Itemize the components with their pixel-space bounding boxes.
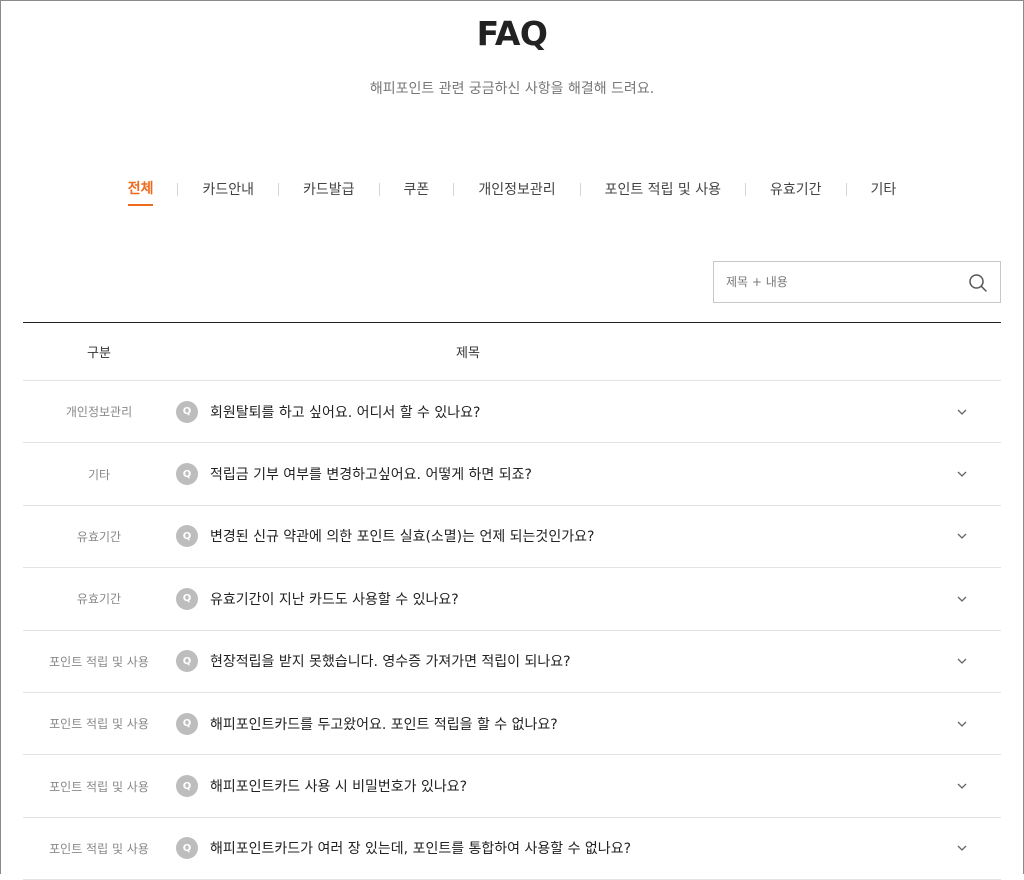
- faq-question: 회원탈퇴를 하고 싶어요. 어디서 할 수 있나요?: [210, 404, 481, 421]
- faq-question: 유효기간이 지난 카드도 사용할 수 있나요?: [210, 591, 459, 608]
- chevron-down-icon[interactable]: [955, 592, 969, 606]
- faq-row[interactable]: 포인트 적립 및 사용 Q 현장적립을 받지 못했습니다. 영수증 가져가면 적립이…: [23, 631, 1001, 693]
- category-tabs: 전체 카드안내 카드발급 쿠폰 개인정보관리 포인트 적립 및 사용 유효기간 …: [0, 178, 1024, 206]
- faq-category: 포인트 적립 및 사용: [49, 717, 149, 732]
- page-subtitle: 해피포인트 관련 궁금하신 사항을 해결해 드려요.: [369, 81, 655, 97]
- page-title: FAQ: [476, 14, 548, 53]
- faq-question: 적립금 기부 여부를 변경하고싶어요. 어떻게 하면 되죠?: [210, 467, 532, 484]
- tab-divider: [177, 182, 179, 196]
- search-icon[interactable]: [968, 273, 988, 293]
- search-box: [713, 261, 1001, 303]
- faq-row[interactable]: 포인트 적립 및 사용 Q 해피포인트카드를 두고왔어요. 포인트 적립을 할 수 …: [23, 693, 1001, 756]
- faq-row[interactable]: 유효기간 Q 변경된 신규 약관에 의한 포인트 실효(소멸)는 언제 되는것인가요…: [23, 506, 1001, 569]
- faq-row[interactable]: 개인정보관리 Q 회원탈퇴를 하고 싶어요. 어디서 할 수 있나요?: [23, 381, 1001, 444]
- chevron-down-icon[interactable]: [955, 405, 969, 419]
- faq-row[interactable]: 포인트 적립 및 사용 Q 해피포인트카드가 여러 장 있는데, 포인트를 통합하여…: [23, 818, 1001, 880]
- tab-etc[interactable]: 기타: [871, 179, 897, 205]
- faq-question: 해피포인트카드를 두고왔어요. 포인트 적립을 할 수 없나요?: [210, 716, 558, 733]
- question-badge-icon: Q: [176, 463, 198, 486]
- tab-divider: [278, 182, 280, 196]
- faq-question: 변경된 신규 약관에 의한 포인트 실효(소멸)는 언제 되는것인가요?: [210, 529, 595, 546]
- column-header-title: 제목: [456, 346, 480, 361]
- question-badge-icon: Q: [176, 525, 198, 548]
- chevron-down-icon[interactable]: [955, 717, 969, 731]
- question-badge-icon: Q: [176, 837, 198, 860]
- tab-coupon[interactable]: 쿠폰: [404, 179, 430, 205]
- tab-divider: [845, 182, 847, 196]
- faq-question: 현장적립을 받지 못했습니다. 영수증 가져가면 적립이 되나요?: [210, 654, 571, 671]
- faq-category: 유효기간: [76, 592, 122, 607]
- faq-category: 기타: [87, 467, 111, 482]
- faq-rows: 개인정보관리 Q 회원탈퇴를 하고 싶어요. 어디서 할 수 있나요? 기타 Q 적립금 …: [23, 381, 1001, 880]
- tab-card-issue[interactable]: 카드발급: [303, 179, 355, 205]
- chevron-down-icon[interactable]: [955, 467, 969, 481]
- question-badge-icon: Q: [176, 400, 198, 423]
- tab-all[interactable]: 전체: [127, 178, 154, 206]
- chevron-down-icon[interactable]: [955, 841, 969, 855]
- tab-divider: [744, 182, 746, 196]
- chevron-down-icon[interactable]: [955, 654, 969, 668]
- search-input[interactable]: [714, 262, 954, 302]
- tab-points[interactable]: 포인트 적립 및 사용: [605, 179, 721, 205]
- tab-divider: [378, 182, 380, 196]
- question-badge-icon: Q: [176, 775, 198, 798]
- chevron-down-icon[interactable]: [955, 529, 969, 543]
- faq-row[interactable]: 기타 Q 적립금 기부 여부를 변경하고싶어요. 어떻게 하면 되죠?: [23, 443, 1001, 506]
- faq-question: 해피포인트카드가 여러 장 있는데, 포인트를 통합하여 사용할 수 없나요?: [210, 841, 632, 858]
- faq-row[interactable]: 유효기간 Q 유효기간이 지난 카드도 사용할 수 있나요?: [23, 568, 1001, 631]
- faq-category: 포인트 적립 및 사용: [49, 779, 149, 794]
- faq-category: 포인트 적립 및 사용: [49, 654, 149, 669]
- tab-divider: [453, 182, 455, 196]
- question-badge-icon: Q: [176, 587, 198, 610]
- table-header: 구분 제목: [23, 323, 1001, 381]
- question-badge-icon: Q: [176, 712, 198, 735]
- question-badge-icon: Q: [176, 650, 198, 673]
- tab-privacy[interactable]: 개인정보관리: [478, 179, 555, 205]
- chevron-down-icon[interactable]: [955, 779, 969, 793]
- faq-question: 해피포인트카드 사용 시 비밀번호가 있나요?: [210, 779, 468, 796]
- faq-category: 개인정보관리: [65, 405, 133, 420]
- tab-validity[interactable]: 유효기간: [770, 179, 822, 205]
- column-header-category: 구분: [87, 346, 111, 361]
- faq-category: 유효기간: [76, 529, 122, 544]
- faq-category: 포인트 적립 및 사용: [49, 841, 149, 856]
- tab-divider: [579, 182, 581, 196]
- faq-table: 구분 제목 개인정보관리 Q 회원탈퇴를 하고 싶어요. 어디서 할 수 있나요? 기…: [23, 322, 1001, 880]
- tab-card-info[interactable]: 카드안내: [202, 179, 254, 205]
- faq-row[interactable]: 포인트 적립 및 사용 Q 해피포인트카드 사용 시 비밀번호가 있나요?: [23, 755, 1001, 818]
